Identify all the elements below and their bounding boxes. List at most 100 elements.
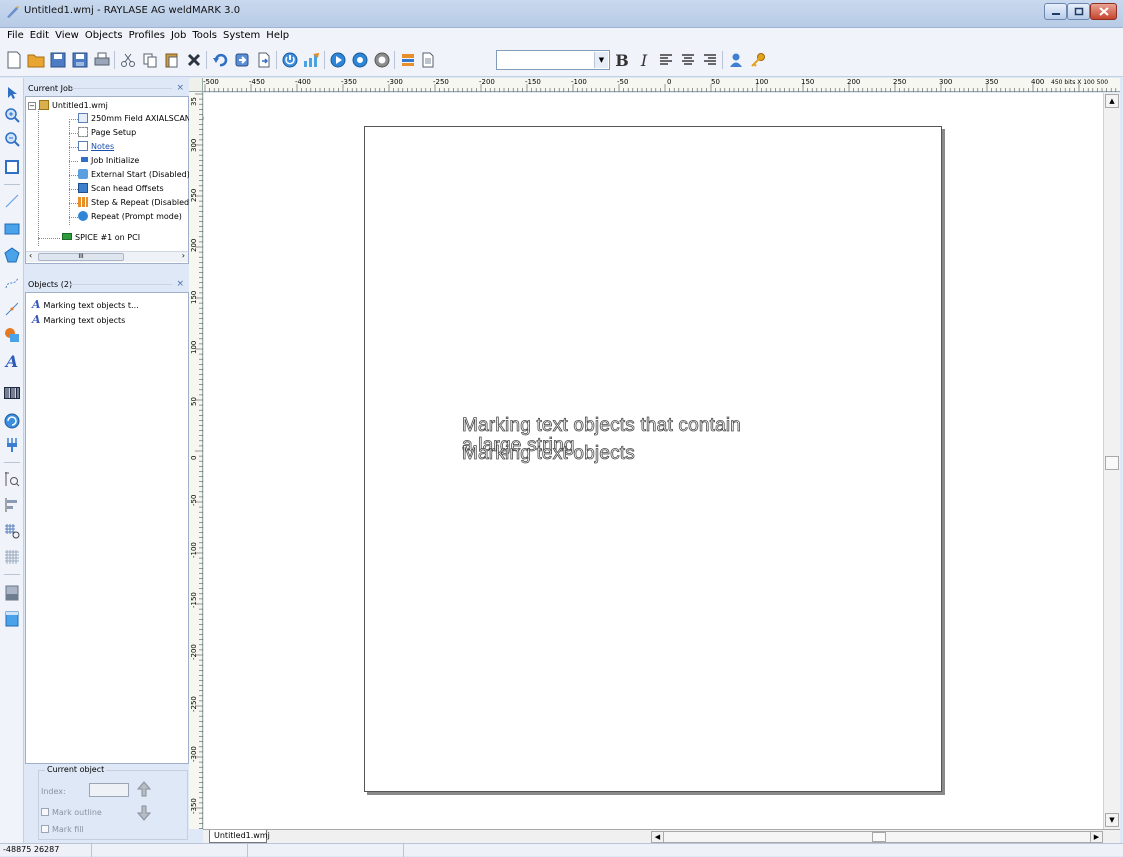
layers-icon[interactable] bbox=[398, 50, 418, 70]
align-left-icon[interactable] bbox=[656, 50, 676, 70]
io-tool-icon[interactable] bbox=[3, 436, 21, 454]
align-right-icon[interactable] bbox=[700, 50, 720, 70]
bold-icon[interactable]: B bbox=[612, 50, 632, 70]
tree-item-repeat[interactable]: Repeat (Prompt mode) bbox=[78, 210, 182, 223]
align-tool-icon[interactable] bbox=[3, 496, 21, 514]
polygon-tool-icon[interactable] bbox=[3, 246, 21, 264]
minimize-button[interactable] bbox=[1044, 3, 1067, 20]
menu-help[interactable]: Help bbox=[263, 28, 292, 43]
mark-outline-checkbox[interactable]: Mark outline bbox=[41, 808, 102, 817]
field-icon bbox=[78, 113, 88, 123]
tree-hscrollbar[interactable]: ‹ III › bbox=[26, 251, 188, 262]
grid-tool-icon[interactable] bbox=[3, 548, 21, 566]
text-object-2[interactable]: Marking text objects bbox=[462, 443, 636, 465]
bezier-tool-icon[interactable] bbox=[3, 274, 21, 292]
grid-zoom-icon[interactable] bbox=[3, 522, 21, 540]
scroll-thumb[interactable] bbox=[1105, 456, 1119, 470]
close-icon[interactable]: × bbox=[176, 278, 184, 291]
tree-item-page-setup[interactable]: Page Setup bbox=[78, 126, 136, 139]
paste-icon[interactable] bbox=[162, 50, 182, 70]
delete-icon[interactable] bbox=[184, 50, 204, 70]
tree-item-external-start[interactable]: External Start (Disabled) bbox=[78, 168, 190, 181]
down-arrow-icon[interactable] bbox=[136, 805, 152, 824]
cut-icon[interactable] bbox=[118, 50, 138, 70]
status-coords: -48875 26287 bbox=[0, 844, 92, 857]
ruler-left-label: -50 bbox=[190, 494, 198, 506]
menu-system[interactable]: System bbox=[220, 28, 263, 43]
vertical-scrollbar[interactable]: ▲ ▼ bbox=[1103, 93, 1120, 829]
page-view-icon[interactable] bbox=[3, 158, 21, 176]
scroll-up-icon[interactable]: ▲ bbox=[1105, 94, 1119, 108]
text-tool-icon[interactable]: A bbox=[3, 352, 21, 371]
list-item[interactable]: A Marking text objects t... bbox=[32, 298, 139, 311]
title-bar: Untitled1.wmj - RAYLASE AG weldMARK 3.0 bbox=[0, 0, 1123, 28]
italic-icon[interactable]: I bbox=[634, 50, 654, 70]
scroll-thumb[interactable] bbox=[872, 832, 886, 842]
index-field[interactable] bbox=[89, 783, 129, 797]
start-icon[interactable] bbox=[328, 50, 348, 70]
tree-item-step-repeat[interactable]: Step & Repeat (Disabled) bbox=[78, 196, 192, 209]
import-icon[interactable] bbox=[232, 50, 252, 70]
barcode-tool-icon[interactable] bbox=[3, 384, 21, 402]
maximize-button[interactable] bbox=[1067, 3, 1090, 20]
stop-icon[interactable] bbox=[372, 50, 392, 70]
menu-view[interactable]: View bbox=[52, 28, 82, 43]
open-icon[interactable] bbox=[26, 50, 46, 70]
scroll-left-icon[interactable]: ◀ bbox=[652, 832, 664, 842]
tree-item-scan-head[interactable]: Scan head Offsets bbox=[78, 182, 164, 195]
tree-item-job-initialize[interactable]: Job Initialize bbox=[78, 154, 139, 167]
save-all-icon[interactable] bbox=[70, 50, 90, 70]
drawing-canvas[interactable]: Marking text objects that contain a larg… bbox=[204, 93, 1103, 829]
new-icon[interactable] bbox=[4, 50, 24, 70]
polyline-tool-icon[interactable] bbox=[3, 300, 21, 318]
close-button[interactable] bbox=[1090, 3, 1117, 20]
menu-tools[interactable]: Tools bbox=[189, 28, 220, 43]
scroll-down-icon[interactable]: ▼ bbox=[1105, 813, 1119, 827]
preview-icon[interactable] bbox=[350, 50, 370, 70]
menu-bar: File Edit View Objects Profiles Job Tools Syste… bbox=[0, 28, 1123, 43]
tab-document[interactable]: Untitled1.wmj bbox=[209, 830, 270, 843]
layer-up-icon[interactable] bbox=[3, 584, 21, 602]
menu-job[interactable]: Job bbox=[168, 28, 189, 43]
user-icon[interactable] bbox=[726, 50, 746, 70]
list-item[interactable]: A Marking text objects bbox=[32, 313, 125, 326]
ruler-left-label: -350 bbox=[190, 798, 198, 814]
rotate-tool-icon[interactable] bbox=[3, 412, 21, 430]
mark-icon[interactable] bbox=[302, 50, 322, 70]
tree-item-notes[interactable]: Notes bbox=[78, 140, 114, 153]
close-icon[interactable]: × bbox=[176, 82, 184, 95]
report-icon[interactable] bbox=[418, 50, 438, 70]
print-icon[interactable] bbox=[92, 50, 112, 70]
tree-item-spice[interactable]: SPICE #1 on PCI bbox=[62, 231, 140, 244]
shape-tool-icon[interactable] bbox=[3, 326, 21, 344]
tree-item-job[interactable]: − Untitled1.wmj bbox=[28, 99, 108, 112]
align-center-icon[interactable] bbox=[678, 50, 698, 70]
font-combo[interactable]: ▼ bbox=[496, 50, 610, 70]
menu-file[interactable]: File bbox=[4, 28, 27, 43]
up-arrow-icon[interactable] bbox=[136, 781, 152, 800]
menu-profiles[interactable]: Profiles bbox=[126, 28, 168, 43]
line-tool-icon[interactable] bbox=[3, 192, 21, 210]
copy-icon[interactable] bbox=[140, 50, 160, 70]
mark-fill-checkbox[interactable]: Mark fill bbox=[41, 825, 84, 834]
zoom-out-icon[interactable] bbox=[3, 130, 21, 148]
save-icon[interactable] bbox=[48, 50, 68, 70]
horizontal-scrollbar[interactable]: ◀ ▶ bbox=[651, 831, 1103, 843]
measure-tool-icon[interactable] bbox=[3, 470, 21, 488]
chevron-down-icon[interactable]: ▼ bbox=[594, 52, 608, 68]
zoom-in-icon[interactable] bbox=[3, 106, 21, 124]
layer-down-icon[interactable] bbox=[3, 610, 21, 628]
laser-icon[interactable] bbox=[280, 50, 300, 70]
tree-item-field[interactable]: 250mm Field AXIALSCAN-30 bbox=[78, 112, 204, 125]
window-title: Untitled1.wmj - RAYLASE AG weldMARK 3.0 bbox=[24, 5, 241, 16]
menu-edit[interactable]: Edit bbox=[27, 28, 52, 43]
marking-page: Marking text objects that contain a larg… bbox=[364, 126, 942, 792]
export-icon[interactable] bbox=[254, 50, 274, 70]
undo-icon[interactable] bbox=[210, 50, 230, 70]
ruler-top-label: -250 bbox=[433, 78, 449, 86]
rectangle-tool-icon[interactable] bbox=[3, 220, 21, 238]
key-icon[interactable] bbox=[748, 50, 768, 70]
menu-objects[interactable]: Objects bbox=[82, 28, 126, 43]
scroll-right-icon[interactable]: ▶ bbox=[1090, 832, 1102, 842]
select-arrow-icon[interactable] bbox=[3, 84, 21, 102]
